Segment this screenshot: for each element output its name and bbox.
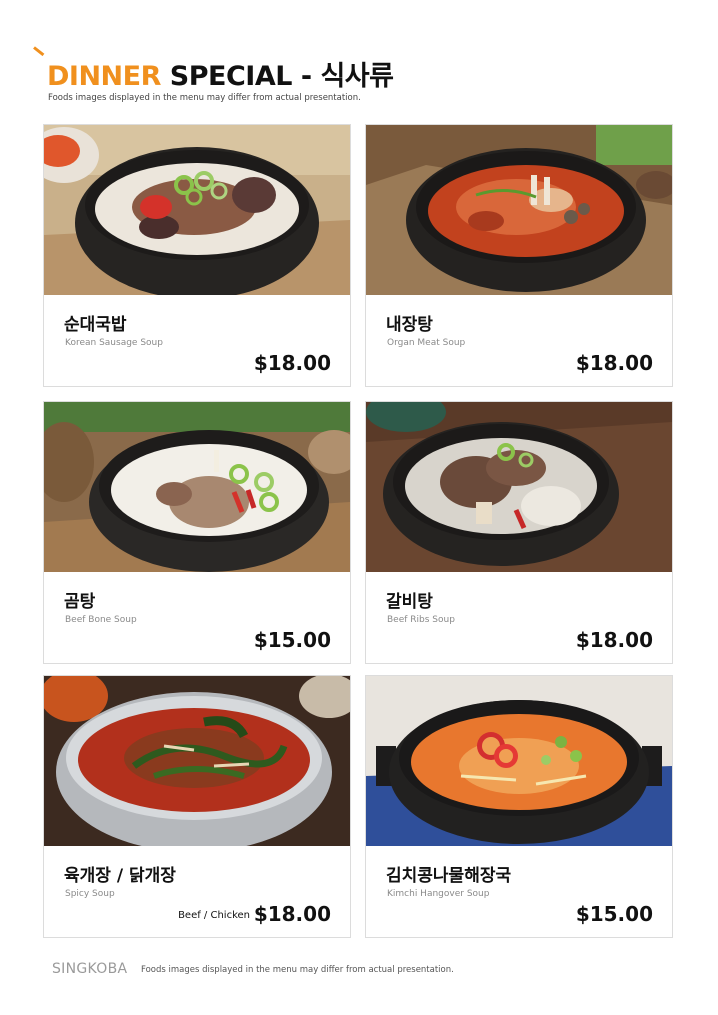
gomtang-photo xyxy=(44,402,350,572)
menu-item-name: 곰탕 xyxy=(64,592,96,612)
menu-card-naejangtang[interactable]: 내장탕 Organ Meat Soup $18.00 xyxy=(365,124,673,387)
header-disclaimer: Foods images displayed in the menu may d… xyxy=(48,93,361,103)
menu-item-english: Korean Sausage Soup xyxy=(65,338,163,348)
menu-item-name: 순대국밥 xyxy=(64,315,127,335)
menu-item-price: $18.00 xyxy=(575,628,653,652)
menu-item-variant: Beef / Chicken xyxy=(178,910,250,921)
menu-item-english: Organ Meat Soup xyxy=(387,338,466,348)
menu-card-yukgaejang[interactable]: 육개장 / 닭개장 Spicy Soup Beef / Chicken $18.… xyxy=(43,675,351,938)
galbitang-photo xyxy=(366,402,672,572)
brand-logo: SINGKOBA xyxy=(52,961,128,977)
naejangtang-photo xyxy=(366,125,672,295)
sundae-gukbap-photo xyxy=(44,125,350,295)
accent-mark xyxy=(33,46,45,57)
menu-item-english: Beef Ribs Soup xyxy=(387,615,455,625)
menu-item-name: 육개장 / 닭개장 xyxy=(64,866,176,886)
menu-card-gomtang[interactable]: 곰탕 Beef Bone Soup $15.00 xyxy=(43,401,351,664)
menu-card-sundae-gukbap[interactable]: 순대국밥 Korean Sausage Soup $18.00 xyxy=(43,124,351,387)
menu-item-price: $15.00 xyxy=(253,628,331,652)
menu-item-english: Spicy Soup xyxy=(65,889,115,899)
haejangguk-photo xyxy=(366,676,672,846)
menu-card-haejangguk[interactable]: 김치콩나물해장국 Kimchi Hangover Soup $15.00 xyxy=(365,675,673,938)
menu-item-english: Kimchi Hangover Soup xyxy=(387,889,490,899)
title-korean: - 식사류 xyxy=(300,61,394,92)
title-dinner: DINNER xyxy=(47,61,161,92)
menu-item-name: 내장탕 xyxy=(386,315,433,335)
menu-item-english: Beef Bone Soup xyxy=(65,615,137,625)
menu-item-price: $18.00 xyxy=(253,351,331,375)
menu-item-price: $18.00 xyxy=(575,351,653,375)
yukgaejang-photo xyxy=(44,676,350,846)
title-special: SPECIAL xyxy=(169,61,293,92)
page-title: DINNER SPECIAL - 식사류 xyxy=(47,54,394,93)
menu-item-price: $15.00 xyxy=(575,902,653,926)
menu-card-galbitang[interactable]: 갈비탕 Beef Ribs Soup $18.00 xyxy=(365,401,673,664)
menu-item-name: 갈비탕 xyxy=(386,592,433,612)
menu-item-name: 김치콩나물해장국 xyxy=(386,866,512,886)
menu-item-price: $18.00 xyxy=(253,902,331,926)
footer-disclaimer: Foods images displayed in the menu may d… xyxy=(141,965,454,975)
